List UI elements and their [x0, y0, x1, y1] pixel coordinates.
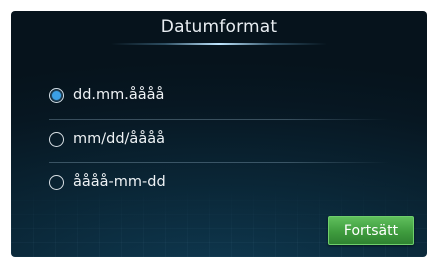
option-label: dd.mm.åååå [73, 87, 165, 103]
radio-unselected-icon[interactable] [49, 131, 64, 147]
page-title: Datumformat [160, 17, 278, 37]
continue-button[interactable]: Fortsätt [328, 216, 414, 245]
radio-dot [52, 90, 61, 100]
radio-selected-icon[interactable] [49, 87, 64, 103]
option-dd-mm-yyyy[interactable]: dd.mm.åååå [49, 76, 389, 114]
option-yyyy-mm-dd[interactable]: åååå-mm-dd [49, 163, 389, 201]
radio-unselected-icon[interactable] [49, 174, 64, 190]
option-mm-dd-yyyy[interactable]: mm/dd/åååå [49, 120, 389, 158]
option-label: mm/dd/åååå [73, 131, 165, 147]
title-underline [111, 43, 327, 45]
date-format-screen: Datumformat dd.mm.åååå mm/dd/åååå åååå-m… [11, 11, 427, 257]
option-label: åååå-mm-dd [73, 174, 166, 190]
